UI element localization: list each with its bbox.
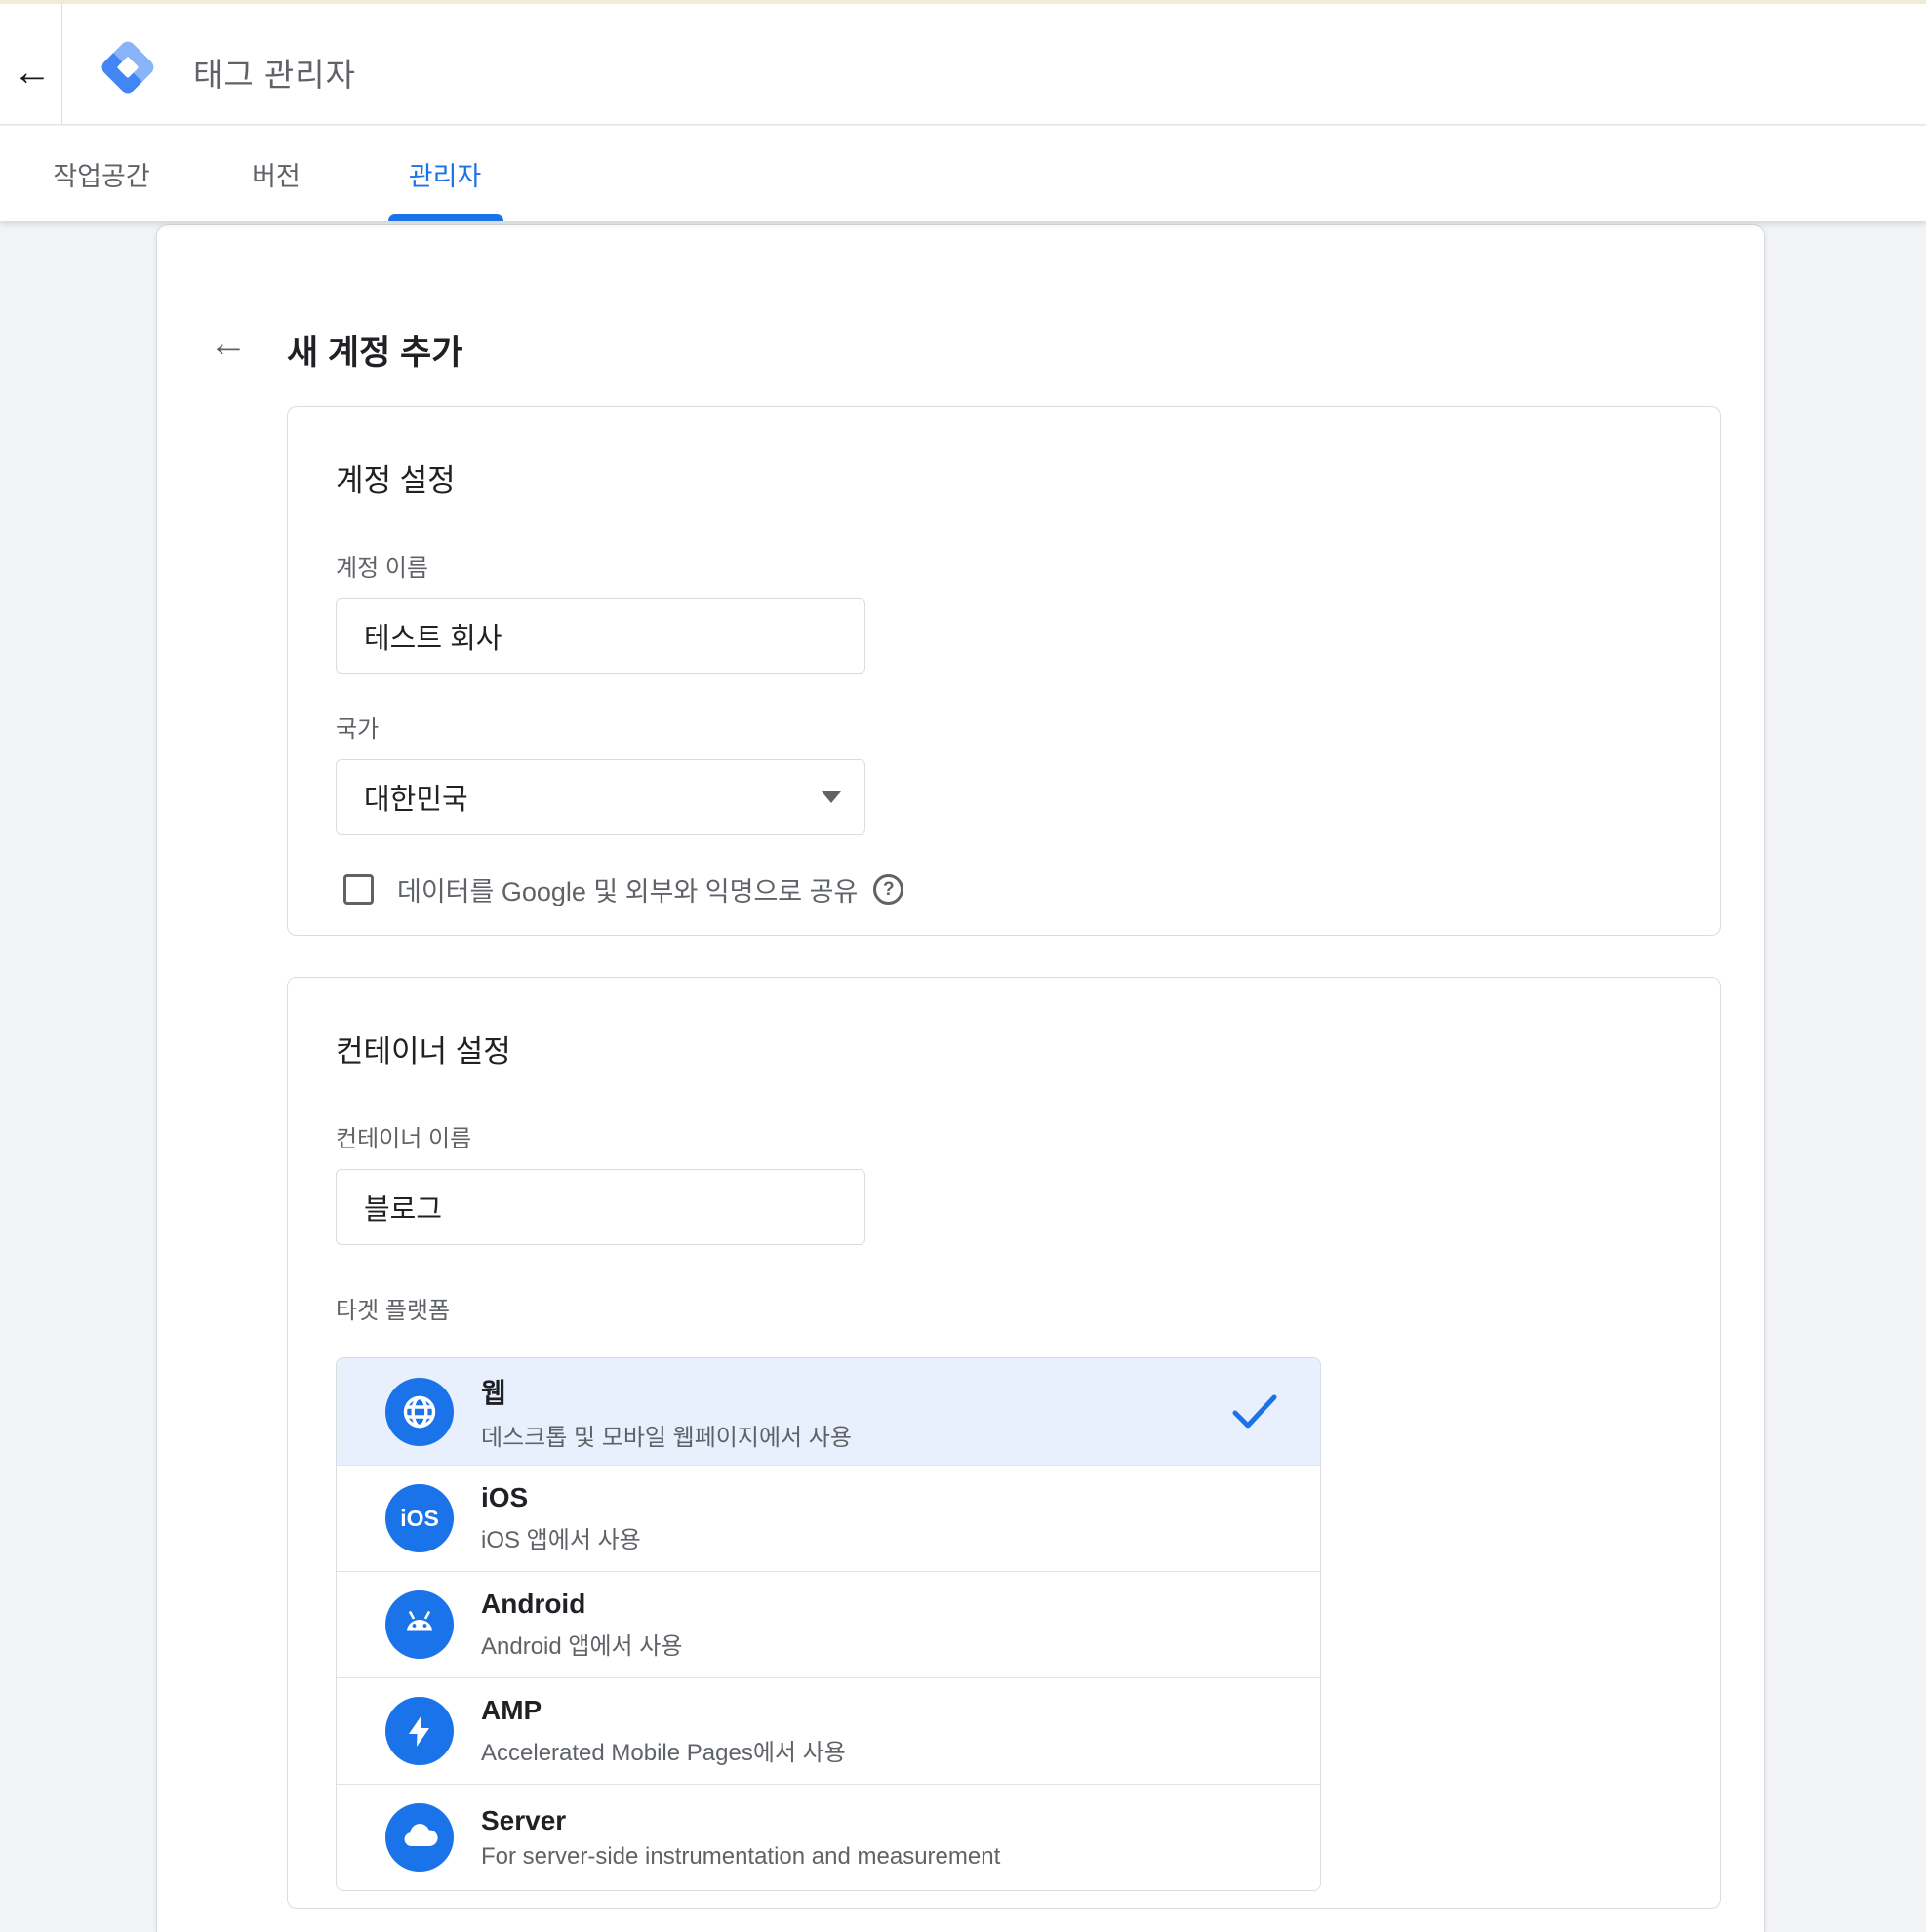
- platform-description: Accelerated Mobile Pages에서 사용: [481, 1733, 846, 1767]
- share-help-icon[interactable]: ?: [873, 874, 903, 905]
- platform-texts: iOS iOS 앱에서 사용: [481, 1482, 641, 1554]
- container-name-input[interactable]: [336, 1169, 865, 1245]
- platform-name: 웹: [481, 1372, 852, 1411]
- header-divider: [61, 4, 62, 125]
- country-select[interactable]: 대한민국: [336, 759, 865, 835]
- ios-icon: iOS: [385, 1484, 454, 1552]
- android-icon: iOS: [385, 1590, 454, 1659]
- country-select-value: 대한민국: [364, 777, 468, 818]
- account-settings-title: 계정 설정: [336, 456, 1672, 500]
- web-icon: iOS: [385, 1378, 454, 1446]
- amp-icon: iOS: [385, 1697, 454, 1765]
- target-platform-label: 타겟 플랫폼: [336, 1291, 1672, 1325]
- share-data-checkbox[interactable]: [343, 874, 374, 905]
- platform-texts: Android Android 앱에서 사용: [481, 1589, 682, 1661]
- platform-row-web[interactable]: iOS 웹 데스크톱 및 모바일 웹페이지에서 사용: [337, 1358, 1320, 1465]
- browser-back-icon[interactable]: ←: [10, 50, 55, 95]
- platform-texts: AMP Accelerated Mobile Pages에서 사용: [481, 1695, 846, 1767]
- app-title: 태그 관리자: [193, 49, 356, 96]
- platform-row-android[interactable]: iOS Android Android 앱에서 사용: [337, 1571, 1320, 1677]
- platform-texts: 웹 데스크톱 및 모바일 웹페이지에서 사용: [481, 1372, 852, 1452]
- platform-name: AMP: [481, 1695, 846, 1726]
- container-settings-card: 컨테이너 설정 컨테이너 이름 타겟 플랫폼 iOS: [287, 977, 1721, 1909]
- container-settings-title: 컨테이너 설정: [336, 1026, 1672, 1070]
- platform-row-server[interactable]: iOS Server For server-side instrumentati…: [337, 1784, 1320, 1890]
- app-header: ← 태그 관리자 ?: [0, 4, 1926, 125]
- platform-description: Android 앱에서 사용: [481, 1627, 682, 1661]
- platform-texts: Server For server-side instrumentation a…: [481, 1805, 1000, 1871]
- platform-description: For server-side instrumentation and meas…: [481, 1843, 1000, 1871]
- page-back-icon[interactable]: ←: [204, 319, 253, 368]
- platform-name: Server: [481, 1805, 1000, 1836]
- share-data-row: 데이터를 Google 및 외부와 익명으로 공유 ?: [343, 870, 1672, 908]
- container-name-label: 컨테이너 이름: [336, 1119, 1672, 1153]
- server-icon: iOS: [385, 1803, 454, 1872]
- account-name-label: 계정 이름: [336, 548, 1672, 583]
- platform-description: 데스크톱 및 모바일 웹페이지에서 사용: [481, 1418, 852, 1452]
- share-data-label: 데이터를 Google 및 외부와 익명으로 공유: [397, 870, 858, 908]
- platform-row-ios[interactable]: iOS iOS iOS 앱에서 사용: [337, 1465, 1320, 1571]
- selected-check-icon: [1232, 1394, 1277, 1429]
- target-platform-list: iOS 웹 데스크톱 및 모바일 웹페이지에서 사용: [336, 1357, 1321, 1891]
- chevron-down-icon: [822, 791, 841, 803]
- page-title: 새 계정 추가: [287, 325, 462, 375]
- platform-row-amp[interactable]: iOS AMP Accelerated Mobile Pages에서 사용: [337, 1677, 1320, 1784]
- tag-manager-logo-icon: [98, 37, 158, 98]
- platform-name: iOS: [481, 1482, 641, 1513]
- country-label: 국가: [336, 709, 1672, 744]
- tab-versions[interactable]: 버전: [237, 126, 315, 221]
- tab-bar: 작업공간 버전 관리자: [0, 126, 1926, 221]
- platform-name: Android: [481, 1589, 682, 1620]
- tab-workspace[interactable]: 작업공간: [39, 126, 164, 221]
- account-name-input[interactable]: [336, 598, 865, 674]
- account-settings-card: 계정 설정 계정 이름 국가 대한민국 데이터를 Google 및 외부와 익명…: [287, 406, 1721, 936]
- main-card: ← 새 계정 추가 계정 설정 계정 이름 국가 대한민국 데이터를 Googl…: [156, 224, 1765, 1932]
- active-tab-underline: [388, 214, 503, 221]
- platform-description: iOS 앱에서 사용: [481, 1520, 641, 1554]
- tab-admin[interactable]: 관리자: [396, 126, 494, 221]
